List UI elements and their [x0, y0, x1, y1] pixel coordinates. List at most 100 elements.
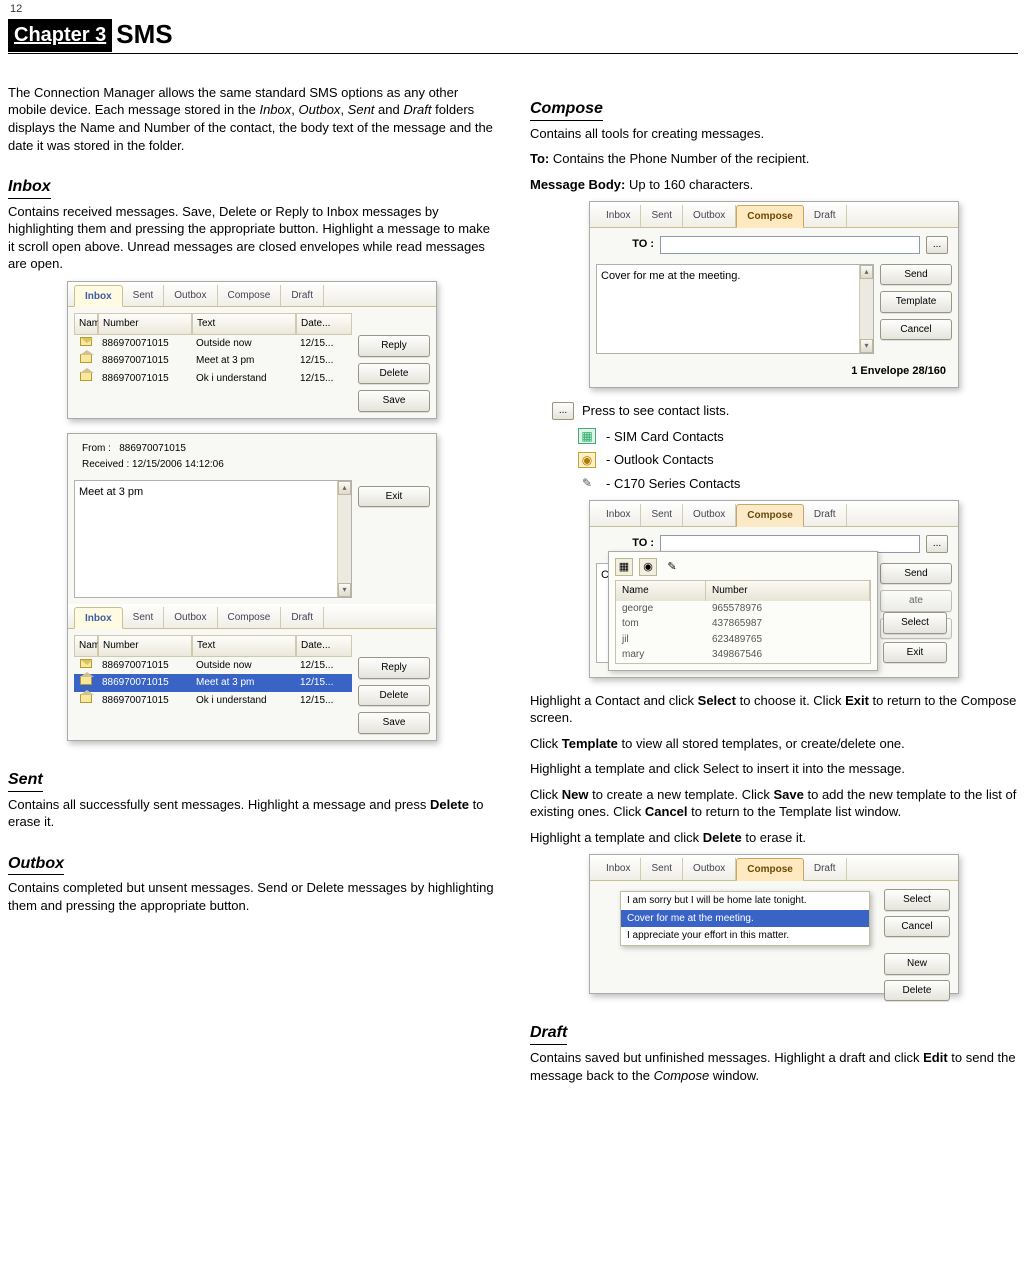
tab-compose[interactable]: Compose	[218, 285, 282, 307]
scrollbar[interactable]: ▴ ▾	[859, 265, 873, 353]
list-item[interactable]: jil623489765	[616, 632, 870, 648]
table-row[interactable]: 886970071015 Meet at 3 pm 12/15...	[74, 352, 352, 370]
col-name[interactable]: Name	[74, 635, 98, 657]
save-button[interactable]: Save	[358, 390, 430, 412]
col-text[interactable]: Text	[192, 635, 296, 657]
list-item[interactable]: I appreciate your effort in this matter.	[621, 927, 869, 945]
tab-draft[interactable]: Draft	[281, 607, 324, 629]
new-button[interactable]: New	[884, 953, 950, 975]
tab-compose[interactable]: Compose	[736, 858, 804, 881]
tab-outbox[interactable]: Outbox	[164, 607, 217, 629]
inbox-preview-window: From : 886970071015 Received : 12/15/200…	[67, 433, 437, 741]
exit-button[interactable]: Exit	[358, 486, 430, 508]
table-row-selected[interactable]: 886970071015 Meet at 3 pm 12/15...	[74, 674, 352, 692]
tab-compose[interactable]: Compose	[736, 205, 804, 228]
template-window: Inbox Sent Outbox Compose Draft I am sor…	[589, 854, 959, 994]
tab-sent[interactable]: Sent	[641, 205, 683, 227]
save-button[interactable]: Save	[358, 712, 430, 734]
col-date[interactable]: Date...	[296, 313, 352, 335]
row-date: 12/15...	[296, 335, 352, 353]
preview-from: From : 886970071015	[82, 442, 426, 456]
tab-inbox[interactable]: Inbox	[596, 858, 641, 880]
scrollbar[interactable]: ▴ ▾	[337, 481, 351, 597]
col-number[interactable]: Number	[98, 313, 192, 335]
from-value: 886970071015	[119, 443, 186, 454]
tab-inbox[interactable]: Inbox	[74, 607, 123, 630]
tab-inbox[interactable]: Inbox	[74, 285, 123, 308]
reply-button[interactable]: Reply	[358, 657, 430, 679]
list-item[interactable]: george965578976	[616, 601, 870, 617]
tab-inbox[interactable]: Inbox	[596, 504, 641, 526]
col-date[interactable]: Date...	[296, 635, 352, 657]
list-item-selected[interactable]: Cover for me at the meeting.	[621, 910, 869, 928]
scroll-down-icon[interactable]: ▾	[338, 583, 351, 597]
scroll-up-icon[interactable]: ▴	[338, 481, 351, 495]
sim-card-icon[interactable]: ▦	[615, 558, 633, 576]
template-list: I am sorry but I will be home late tonig…	[620, 891, 870, 946]
tab-outbox[interactable]: Outbox	[683, 205, 736, 227]
table-row[interactable]: 886970071015 Outside now 12/15...	[74, 657, 352, 675]
device-icon[interactable]: ✎	[663, 558, 681, 576]
row-text: Meet at 3 pm	[192, 352, 296, 370]
delete-button[interactable]: Delete	[358, 363, 430, 385]
exit-button[interactable]: Exit	[883, 642, 947, 664]
to-input[interactable]	[660, 236, 920, 254]
popup-col-number[interactable]: Number	[706, 581, 870, 601]
delete-button[interactable]: Delete	[358, 685, 430, 707]
row-number: 886970071015	[98, 352, 192, 370]
tabs-row: Inbox Sent Outbox Compose Draft	[590, 855, 958, 881]
contacts-button[interactable]: ...	[926, 236, 948, 254]
tab-outbox[interactable]: Outbox	[683, 858, 736, 880]
col-text[interactable]: Text	[192, 313, 296, 335]
tab-compose[interactable]: Compose	[736, 504, 804, 527]
tab-sent[interactable]: Sent	[641, 504, 683, 526]
send-button[interactable]: Send	[880, 563, 952, 585]
received-value: 12/15/2006 14:12:06	[132, 459, 224, 470]
select-button[interactable]: Select	[883, 612, 947, 634]
chapter-header: Chapter 3 SMS	[8, 17, 1018, 54]
compose-to-line: To: Contains the Phone Number of the rec…	[530, 150, 1018, 168]
tab-draft[interactable]: Draft	[804, 205, 847, 227]
col-name[interactable]: Name	[74, 313, 98, 335]
tab-outbox[interactable]: Outbox	[164, 285, 217, 307]
tab-sent[interactable]: Sent	[641, 858, 683, 880]
tab-inbox[interactable]: Inbox	[596, 205, 641, 227]
outlook-icon[interactable]: ◉	[639, 558, 657, 576]
tab-sent[interactable]: Sent	[123, 607, 165, 629]
tab-draft[interactable]: Draft	[804, 504, 847, 526]
list-item[interactable]: I am sorry but I will be home late tonig…	[621, 892, 869, 910]
select-button[interactable]: Select	[884, 889, 950, 911]
template-button[interactable]: Template	[880, 291, 952, 313]
compose-p1: Highlight a Contact and click Select to …	[530, 692, 1018, 727]
scroll-down-icon[interactable]: ▾	[860, 339, 873, 353]
table-row[interactable]: 886970071015 Ok i understand 12/15...	[74, 692, 352, 710]
col-number[interactable]: Number	[98, 635, 192, 657]
to-input[interactable]	[660, 535, 920, 553]
reply-button[interactable]: Reply	[358, 335, 430, 357]
outbox-description: Contains completed but unsent messages. …	[8, 879, 496, 914]
list-item[interactable]: tom437865987	[616, 616, 870, 632]
inbox-window: Inbox Sent Outbox Compose Draft Name Num…	[67, 281, 437, 419]
contacts-popup: ▦ ◉ ✎ Name Number george965578976 tom437…	[608, 551, 878, 671]
popup-col-name[interactable]: Name	[616, 581, 706, 601]
cancel-button[interactable]: Cancel	[880, 319, 952, 341]
template-button[interactable]: ate	[880, 590, 952, 612]
message-body-field[interactable]: Cover for me at the meeting. ▴ ▾	[596, 264, 874, 354]
list-item[interactable]: mary349867546	[616, 647, 870, 663]
send-button[interactable]: Send	[880, 264, 952, 286]
table-row[interactable]: 886970071015 Outside now 12/15...	[74, 335, 352, 353]
draft-heading: Draft	[530, 1022, 567, 1045]
tab-sent[interactable]: Sent	[123, 285, 165, 307]
scroll-up-icon[interactable]: ▴	[860, 265, 873, 279]
table-row[interactable]: 886970071015 Ok i understand 12/15...	[74, 370, 352, 388]
tab-outbox[interactable]: Outbox	[683, 504, 736, 526]
contacts-button[interactable]: ...	[926, 535, 948, 553]
contacts-button-inline[interactable]: ...	[552, 402, 574, 420]
tab-compose[interactable]: Compose	[218, 607, 282, 629]
row-text: Ok i understand	[192, 692, 296, 710]
cancel-button[interactable]: Cancel	[884, 916, 950, 938]
tab-draft[interactable]: Draft	[281, 285, 324, 307]
delete-button[interactable]: Delete	[884, 980, 950, 1002]
body-label: Message Body:	[530, 177, 625, 192]
tab-draft[interactable]: Draft	[804, 858, 847, 880]
